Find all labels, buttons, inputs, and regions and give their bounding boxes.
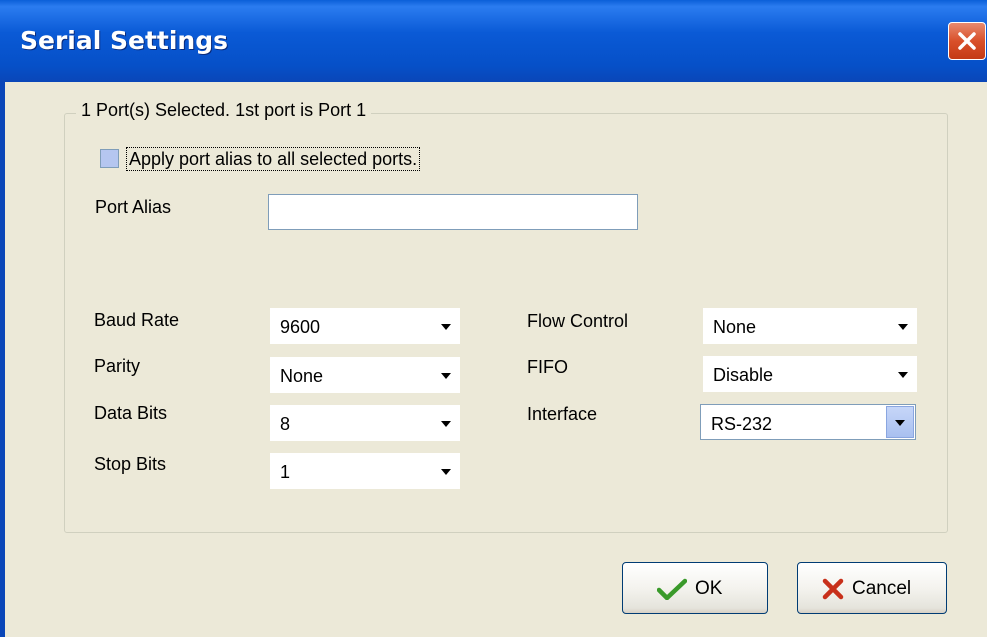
stop-bits-value: 1 (280, 462, 291, 482)
interface-label: Interface (527, 404, 598, 424)
ok-label: OK (695, 578, 723, 599)
triangle-down-icon (441, 421, 451, 427)
dropdown-button[interactable] (432, 308, 460, 344)
flow-control-value: None (713, 317, 757, 337)
dropdown-button[interactable] (432, 405, 460, 441)
dropdown-button[interactable] (889, 308, 917, 344)
fifo-value: Disable (713, 365, 774, 385)
x-icon (822, 578, 844, 600)
baud-rate-label: Baud Rate (94, 310, 180, 330)
triangle-down-icon (441, 469, 451, 475)
fifo-select[interactable]: Disable (703, 356, 917, 392)
flow-control-select[interactable]: None (703, 308, 917, 344)
apply-alias-checkbox[interactable] (100, 149, 119, 168)
data-bits-label: Data Bits (94, 403, 168, 423)
dropdown-button[interactable] (432, 357, 460, 393)
data-bits-select[interactable]: 8 (270, 405, 460, 441)
window-title: Serial Settings (20, 26, 229, 55)
stop-bits-select[interactable]: 1 (270, 453, 460, 489)
port-alias-label: Port Alias (95, 197, 172, 217)
interface-value: RS-232 (711, 414, 773, 434)
close-icon (958, 32, 976, 50)
parity-value: None (280, 366, 324, 386)
parity-label: Parity (94, 356, 141, 376)
port-alias-input[interactable] (268, 194, 638, 230)
baud-rate-value: 9600 (280, 317, 321, 337)
window-border (0, 82, 5, 637)
triangle-down-icon (441, 373, 451, 379)
serial-settings-dialog: Serial Settings 1 Port(s) Selected. 1st … (0, 0, 987, 637)
triangle-down-icon (898, 372, 908, 378)
triangle-down-icon (441, 324, 451, 330)
interface-select[interactable]: RS-232 (700, 404, 916, 440)
dropdown-button[interactable] (889, 356, 917, 392)
baud-rate-select[interactable]: 9600 (270, 308, 460, 344)
apply-alias-label[interactable]: Apply port alias to all selected ports. (126, 147, 421, 171)
fifo-label: FIFO (527, 357, 568, 377)
cancel-label: Cancel (852, 578, 912, 599)
triangle-down-icon (895, 420, 905, 426)
cancel-button[interactable]: Cancel (797, 562, 947, 614)
checkmark-icon (657, 578, 687, 600)
triangle-down-icon (898, 324, 908, 330)
stop-bits-label: Stop Bits (94, 454, 167, 474)
group-title: 1 Port(s) Selected. 1st port is Port 1 (76, 100, 372, 121)
title-bar[interactable]: Serial Settings (0, 0, 987, 82)
dropdown-button[interactable] (432, 453, 460, 489)
flow-control-label: Flow Control (527, 311, 629, 331)
parity-select[interactable]: None (270, 357, 460, 393)
ok-button[interactable]: OK (622, 562, 768, 614)
close-button[interactable] (948, 22, 986, 60)
dropdown-button[interactable] (886, 406, 914, 438)
data-bits-value: 8 (280, 414, 291, 434)
